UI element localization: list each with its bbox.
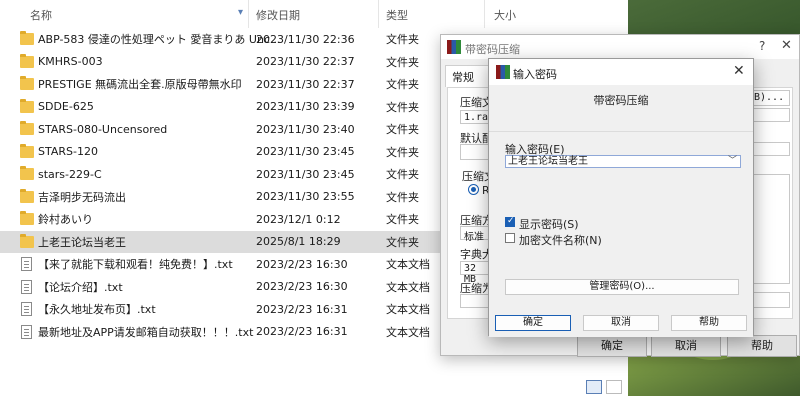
chevron-down-icon[interactable]: ▾	[238, 7, 243, 18]
ok-button[interactable]: 确定	[577, 335, 647, 357]
file-date: 2023/2/23 16:30	[256, 257, 348, 271]
file-type: 文件夹	[386, 235, 419, 249]
file-name: SDDE-625	[38, 100, 94, 114]
file-date: 2023/2/23 16:31	[256, 325, 348, 339]
text-file-icon	[21, 279, 32, 294]
file-date: 2023/2/23 16:31	[256, 302, 348, 316]
password-input[interactable]: 上老王论坛当老王 ﹀	[505, 155, 741, 168]
folder-icon	[20, 166, 34, 180]
column-divider[interactable]	[378, 0, 379, 28]
file-type: 文件夹	[386, 190, 419, 204]
folder-icon	[20, 53, 34, 68]
folder-icon	[20, 76, 34, 90]
file-date: 2025/8/1 18:29	[256, 235, 341, 249]
file-name: 吉泽明步无码流出	[38, 190, 126, 204]
folder-icon	[20, 188, 34, 203]
file-date: 2023/11/30 23:45	[256, 167, 355, 181]
file-name: 【来了就能下载和观看！纯免费！】.txt	[38, 258, 233, 272]
tiles-view-icon[interactable]	[606, 380, 622, 394]
dialog-subtitle: 带密码压缩	[593, 94, 649, 107]
cancel-button[interactable]: 取消	[583, 315, 659, 331]
file-date: 2023/11/30 23:40	[256, 122, 355, 136]
dialog-title: 带密码压缩	[465, 43, 520, 56]
file-name: KMHRS-003	[38, 55, 103, 69]
column-divider[interactable]	[484, 0, 485, 28]
rar-radio[interactable]	[468, 184, 479, 195]
file-type: 文件夹	[386, 213, 419, 227]
close-icon[interactable]: ✕	[781, 38, 792, 53]
file-date: 2023/11/30 23:55	[256, 190, 355, 204]
column-size[interactable]: 大小	[494, 7, 516, 23]
file-name: 【永久地址发布页】.txt	[38, 303, 156, 317]
file-date: 2023/11/30 22:37	[256, 55, 355, 69]
file-type: 文件夹	[386, 168, 419, 182]
file-type: 文件夹	[386, 33, 419, 47]
column-name[interactable]: 名称	[30, 7, 52, 23]
ok-button[interactable]: 确定	[495, 315, 571, 331]
help-icon[interactable]: ?	[759, 39, 765, 53]
options-group	[750, 174, 790, 284]
column-divider[interactable]	[248, 0, 249, 28]
column-type[interactable]: 类型	[386, 7, 408, 23]
dialog-titlebar: 带密码压缩 ? ✕	[441, 35, 799, 59]
file-type: 文本文档	[386, 325, 430, 339]
file-type: 文件夹	[386, 100, 419, 114]
dialog-titlebar: 输入密码 ✕	[489, 59, 753, 85]
file-date: 2023/11/30 23:45	[256, 145, 355, 159]
show-password-checkbox[interactable]	[505, 216, 515, 227]
chevron-down-icon[interactable]: ﹀	[728, 156, 737, 167]
column-header: 名称 ▾ 修改日期 类型 大小	[0, 0, 628, 28]
file-type: 文本文档	[386, 258, 430, 272]
text-file-icon	[21, 257, 32, 271]
divider	[489, 131, 753, 132]
winrar-icon	[447, 40, 461, 54]
file-type: 文件夹	[386, 123, 419, 137]
file-type: 文件夹	[386, 78, 419, 92]
password-value: 上老王论坛当老王	[508, 156, 588, 167]
split-unit-select[interactable]	[748, 292, 790, 308]
file-name: ABP-583 侵達の性処理ペット 愛音まりあ Unc...	[38, 33, 281, 47]
folder-icon	[20, 233, 34, 248]
encrypt-filenames-label: 加密文件名称(N)	[519, 234, 602, 247]
file-name: 【论坛介绍】.txt	[38, 280, 123, 294]
help-button[interactable]: 帮助	[671, 315, 747, 331]
folder-icon	[20, 143, 34, 158]
folder-icon	[20, 31, 34, 45]
file-name: STARS-080-Uncensored	[38, 122, 168, 136]
file-name: 上老王论坛当老王	[38, 235, 126, 249]
file-type: 文本文档	[386, 303, 430, 317]
close-icon[interactable]: ✕	[733, 63, 745, 79]
file-name: STARS-120	[38, 145, 98, 159]
help-button[interactable]: 帮助	[727, 335, 797, 357]
file-date: 2023/11/30 22:37	[256, 77, 355, 91]
file-type: 文本文档	[386, 280, 430, 294]
dialog-title: 输入密码	[513, 68, 557, 81]
file-name: PRESTIGE 無碼流出全套.原版母帶無水印	[38, 78, 242, 92]
file-date: 2023/2/23 16:30	[256, 280, 348, 294]
text-file-icon	[21, 302, 32, 316]
browse-button[interactable]: B)...	[750, 90, 790, 106]
show-password-label: 显示密码(S)	[519, 218, 579, 231]
cancel-button[interactable]: 取消	[651, 335, 721, 357]
manage-passwords-button[interactable]: 管理密码(O)...	[505, 279, 739, 295]
text-file-icon	[21, 324, 32, 339]
file-date: 2023/11/30 22:36	[256, 32, 355, 46]
file-type: 文件夹	[386, 55, 419, 69]
encrypt-filenames-checkbox[interactable]	[505, 233, 515, 243]
file-name: 最新地址及APP请发邮箱自动获取！！！.txt	[38, 325, 254, 339]
file-name: stars-229-C	[38, 167, 102, 181]
file-date: 2023/11/30 23:39	[256, 100, 355, 114]
file-date: 2023/12/1 0:12	[256, 212, 341, 226]
column-modified[interactable]: 修改日期	[256, 7, 300, 23]
enter-password-dialog: 输入密码 ✕ 带密码压缩 输入密码(E) 上老王论坛当老王 ﹀ 显示密码(S) …	[488, 58, 754, 337]
file-name: 鈴村あいり	[38, 213, 93, 227]
details-view-icon[interactable]	[586, 380, 602, 394]
folder-icon	[20, 98, 34, 113]
winrar-icon	[496, 65, 510, 79]
file-type: 文件夹	[386, 145, 419, 159]
update-select[interactable]	[750, 142, 790, 156]
update-mode-select[interactable]	[750, 108, 790, 122]
folder-icon	[20, 211, 34, 225]
folder-icon	[20, 121, 34, 135]
